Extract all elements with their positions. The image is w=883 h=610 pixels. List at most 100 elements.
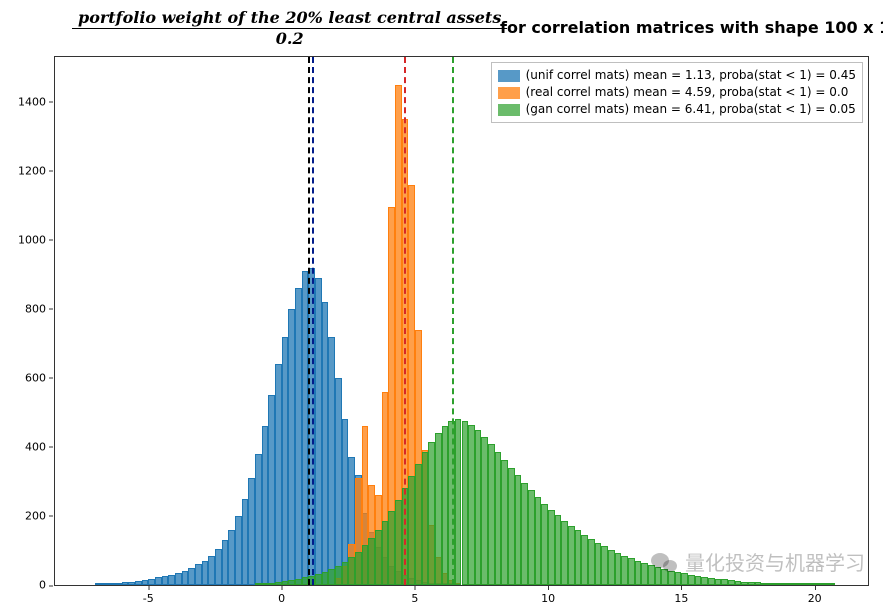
mean-line-real xyxy=(404,57,406,585)
legend-swatch-real xyxy=(498,87,520,99)
title-right: for correlation matrices with shape 100 … xyxy=(500,18,883,37)
hist-bar-unif xyxy=(262,426,269,585)
mean-line-gan xyxy=(452,57,454,585)
hist-bar-unif xyxy=(155,577,162,585)
hist-bar-unif xyxy=(235,516,242,585)
hist-bar-gan xyxy=(775,583,782,585)
hist-bar-unif xyxy=(275,364,282,585)
hist-bar-gan xyxy=(728,580,735,585)
hist-bar-gan xyxy=(348,557,355,585)
hist-bar-gan xyxy=(455,419,462,585)
chart-figure: portfolio weight of the 20% least centra… xyxy=(0,0,883,610)
hist-bar-gan xyxy=(721,579,728,585)
hist-bar-gan xyxy=(322,572,329,585)
hist-bar-gan xyxy=(468,425,475,585)
hist-bar-gan xyxy=(255,583,262,585)
hist-bar-gan xyxy=(288,580,295,585)
x-tick: -5 xyxy=(143,592,154,605)
x-tick: 5 xyxy=(411,592,418,605)
hist-bar-gan xyxy=(528,490,535,585)
hist-bar-gan xyxy=(408,476,415,585)
hist-bar-gan xyxy=(708,578,715,585)
title-numerator: portfolio weight of the 20% least centra… xyxy=(72,8,507,29)
hist-bar-unif xyxy=(208,556,215,585)
hist-bar-unif xyxy=(315,278,322,585)
hist-bar-gan xyxy=(688,575,695,585)
hist-bar-unif xyxy=(242,499,249,585)
title-denominator: 0.2 xyxy=(72,29,507,48)
legend-row-real: (real correl mats) mean = 4.59, proba(st… xyxy=(498,84,856,101)
hist-bar-gan xyxy=(275,582,282,585)
hist-bar-unif xyxy=(102,583,109,585)
hist-bar-gan xyxy=(608,550,615,585)
hist-bar-gan xyxy=(422,452,429,585)
hist-bar-gan xyxy=(828,583,835,585)
mean-line-unif xyxy=(312,57,314,585)
hist-bar-gan xyxy=(508,468,515,585)
hist-bar-gan xyxy=(462,421,469,585)
hist-bar-gan xyxy=(415,464,422,585)
hist-bar-gan xyxy=(302,577,309,585)
y-tick: 200 xyxy=(25,509,46,522)
hist-bar-unif xyxy=(228,530,235,585)
hist-bar-unif xyxy=(295,288,302,585)
wechat-icon xyxy=(651,551,677,573)
hist-bar-gan xyxy=(628,558,635,585)
hist-bar-gan xyxy=(495,452,502,585)
hist-bar-unif xyxy=(322,302,329,585)
hist-bar-gan xyxy=(295,579,302,585)
x-tick: 0 xyxy=(278,592,285,605)
legend-row-unif: (unif correl mats) mean = 1.13, proba(st… xyxy=(498,67,856,84)
legend-swatch-gan xyxy=(498,104,520,116)
hist-bar-gan xyxy=(761,583,768,585)
hist-bar-gan xyxy=(535,497,542,585)
hist-bar-unif xyxy=(115,583,122,585)
hist-bar-gan xyxy=(815,583,822,585)
hist-bar-unif xyxy=(328,337,335,585)
hist-bar-gan xyxy=(541,504,548,585)
hist-bar-gan xyxy=(342,562,349,585)
hist-bar-unif xyxy=(302,271,309,585)
hist-bar-gan xyxy=(601,546,608,585)
plot-area: (unif correl mats) mean = 1.13, proba(st… xyxy=(54,56,869,586)
hist-bar-gan xyxy=(748,582,755,585)
hist-bar-gan xyxy=(315,574,322,585)
hist-bar-gan xyxy=(481,437,488,585)
hist-bar-gan xyxy=(595,543,602,585)
hist-bar-unif xyxy=(255,454,262,585)
hist-bar-gan xyxy=(588,539,595,585)
hist-bar-unif xyxy=(188,568,195,585)
hist-bar-gan xyxy=(328,569,335,585)
hist-bar-gan xyxy=(555,515,562,585)
hist-bar-unif xyxy=(122,582,129,585)
hist-bar-unif xyxy=(288,309,295,585)
hist-bar-gan xyxy=(795,583,802,585)
hist-bar-gan xyxy=(395,500,402,585)
hist-bar-unif xyxy=(148,579,155,585)
hist-bar-unif xyxy=(342,419,349,585)
hist-bar-gan xyxy=(515,475,522,585)
hist-bar-gan xyxy=(521,483,528,585)
hist-bar-unif xyxy=(202,561,209,585)
x-tick: 15 xyxy=(674,592,688,605)
hist-bar-unif xyxy=(128,582,135,585)
hist-bar-gan xyxy=(561,521,568,585)
hist-bar-gan xyxy=(741,582,748,585)
hist-bar-gan xyxy=(768,583,775,585)
ref-line xyxy=(308,57,310,585)
hist-bar-gan xyxy=(382,521,389,585)
y-tick: 1400 xyxy=(18,95,46,108)
hist-bar-gan xyxy=(575,530,582,585)
hist-bar-gan xyxy=(262,583,269,585)
legend-label-unif: (unif correl mats) mean = 1.13, proba(st… xyxy=(526,67,856,84)
hist-bar-gan xyxy=(501,460,508,585)
hist-bar-gan xyxy=(735,581,742,585)
hist-bar-gan xyxy=(362,545,369,585)
hist-bar-unif xyxy=(182,571,189,585)
x-tick: 10 xyxy=(541,592,555,605)
hist-bar-gan xyxy=(581,535,588,585)
watermark: 量化投资与机器学习 xyxy=(651,547,865,576)
hist-bar-unif xyxy=(162,576,169,585)
x-axis: -505101520 xyxy=(54,586,869,606)
y-tick: 800 xyxy=(25,302,46,315)
